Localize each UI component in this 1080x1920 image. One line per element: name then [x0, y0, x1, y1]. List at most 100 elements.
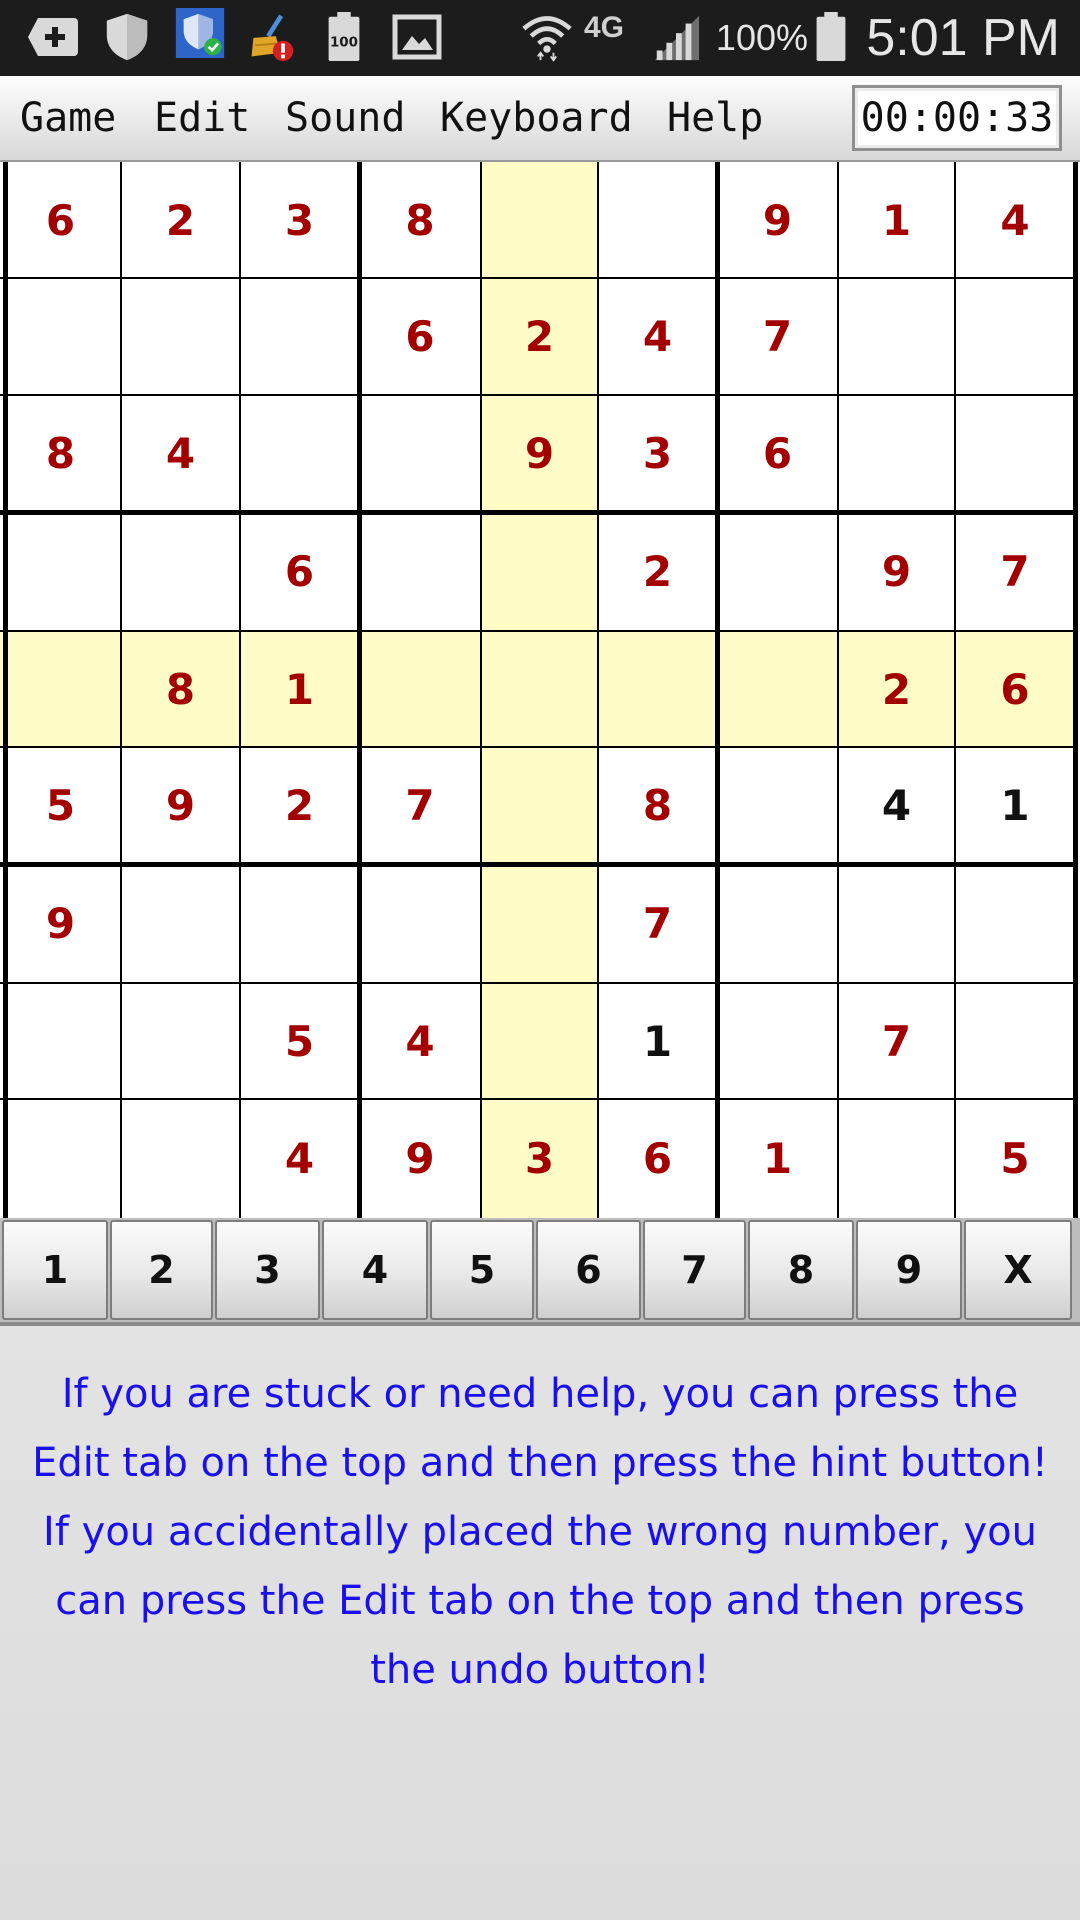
- sudoku-cell-r5-c9[interactable]: 6: [955, 631, 1075, 747]
- menu-sound[interactable]: Sound: [285, 76, 405, 160]
- menu-help[interactable]: Help: [667, 76, 763, 160]
- sudoku-cell-r8-c3[interactable]: 5: [240, 983, 359, 1099]
- sudoku-cell-r3-c8[interactable]: [838, 395, 955, 512]
- sudoku-cell-r6-c6[interactable]: 8: [598, 747, 717, 864]
- sudoku-cell-r2-c2[interactable]: [121, 278, 240, 395]
- menu-game[interactable]: Game: [20, 76, 116, 160]
- sudoku-cell-r6-c2[interactable]: 9: [121, 747, 240, 864]
- sudoku-cell-r3-c7[interactable]: 6: [717, 395, 838, 512]
- sudoku-cell-r8-c4[interactable]: 4: [359, 983, 481, 1099]
- grid-line-horizontal: [0, 277, 1075, 279]
- sudoku-cell-r2-c4[interactable]: 6: [359, 278, 481, 395]
- sudoku-cell-r4-c8[interactable]: 9: [838, 512, 955, 631]
- sudoku-cell-r3-c6[interactable]: 3: [598, 395, 717, 512]
- sudoku-cell-r2-c6[interactable]: 4: [598, 278, 717, 395]
- menu-keyboard[interactable]: Keyboard: [440, 76, 633, 160]
- sudoku-cell-r1-c6[interactable]: [598, 162, 717, 278]
- sudoku-cell-r1-c7[interactable]: 9: [717, 162, 838, 278]
- sudoku-cell-r2-c1[interactable]: [0, 278, 121, 395]
- sudoku-cell-r4-c5[interactable]: [481, 512, 598, 631]
- clear-key-button[interactable]: X: [964, 1220, 1072, 1320]
- sudoku-cell-r9-c4[interactable]: 9: [359, 1099, 481, 1218]
- number-keypad: 123456789X: [0, 1218, 1080, 1326]
- sudoku-cell-r7-c4[interactable]: [359, 864, 481, 983]
- grid-line-horizontal: [0, 394, 1075, 396]
- sudoku-cell-r5-c8[interactable]: 2: [838, 631, 955, 747]
- sudoku-cell-r1-c5[interactable]: [481, 162, 598, 278]
- sudoku-cell-r8-c9[interactable]: [955, 983, 1075, 1099]
- sudoku-cell-r5-c1[interactable]: [0, 631, 121, 747]
- sudoku-cell-r5-c6[interactable]: [598, 631, 717, 747]
- sudoku-cell-r3-c9[interactable]: [955, 395, 1075, 512]
- sudoku-cell-r7-c1[interactable]: 9: [0, 864, 121, 983]
- number-key-7-button[interactable]: 7: [643, 1220, 746, 1320]
- number-key-3-button[interactable]: 3: [215, 1220, 320, 1320]
- sudoku-cell-r6-c5[interactable]: [481, 747, 598, 864]
- sudoku-cell-r4-c9[interactable]: 7: [955, 512, 1075, 631]
- sudoku-cell-r4-c4[interactable]: [359, 512, 481, 631]
- sudoku-cell-r4-c3[interactable]: 6: [240, 512, 359, 631]
- sudoku-cell-r7-c3[interactable]: [240, 864, 359, 983]
- sudoku-cell-r6-c9[interactable]: 1: [955, 747, 1075, 864]
- sudoku-cell-r7-c7[interactable]: [717, 864, 838, 983]
- sudoku-cell-r9-c8[interactable]: [838, 1099, 955, 1218]
- sudoku-cell-r3-c1[interactable]: 8: [0, 395, 121, 512]
- sudoku-cell-r2-c5[interactable]: 2: [481, 278, 598, 395]
- number-key-9-button[interactable]: 9: [856, 1220, 962, 1320]
- sudoku-cell-r8-c2[interactable]: [121, 983, 240, 1099]
- number-key-8-button[interactable]: 8: [748, 1220, 854, 1320]
- sudoku-cell-r4-c1[interactable]: [0, 512, 121, 631]
- number-key-6-button[interactable]: 6: [536, 1220, 641, 1320]
- number-key-2-button[interactable]: 2: [110, 1220, 213, 1320]
- sudoku-cell-r9-c3[interactable]: 4: [240, 1099, 359, 1218]
- sudoku-cell-r9-c6[interactable]: 6: [598, 1099, 717, 1218]
- sudoku-cell-r3-c5[interactable]: 9: [481, 395, 598, 512]
- sudoku-cell-r7-c2[interactable]: [121, 864, 240, 983]
- sudoku-cell-r1-c4[interactable]: 8: [359, 162, 481, 278]
- sudoku-cell-r9-c1[interactable]: [0, 1099, 121, 1218]
- sudoku-cell-r9-c5[interactable]: 3: [481, 1099, 598, 1218]
- sudoku-cell-r2-c7[interactable]: 7: [717, 278, 838, 395]
- sudoku-cell-r6-c7[interactable]: [717, 747, 838, 864]
- sudoku-cell-r4-c7[interactable]: [717, 512, 838, 631]
- sudoku-cell-r7-c9[interactable]: [955, 864, 1075, 983]
- sudoku-cell-r8-c5[interactable]: [481, 983, 598, 1099]
- number-key-5-button[interactable]: 5: [430, 1220, 534, 1320]
- sudoku-cell-r6-c3[interactable]: 2: [240, 747, 359, 864]
- sudoku-cell-r1-c2[interactable]: 2: [121, 162, 240, 278]
- sudoku-cell-r4-c2[interactable]: [121, 512, 240, 631]
- sudoku-cell-r8-c1[interactable]: [0, 983, 121, 1099]
- sudoku-cell-r7-c8[interactable]: [838, 864, 955, 983]
- sudoku-cell-r7-c6[interactable]: 7: [598, 864, 717, 983]
- sudoku-cell-r6-c4[interactable]: 7: [359, 747, 481, 864]
- sudoku-cell-r7-c5[interactable]: [481, 864, 598, 983]
- sudoku-cell-r3-c2[interactable]: 4: [121, 395, 240, 512]
- sudoku-cell-r5-c3[interactable]: 1: [240, 631, 359, 747]
- sudoku-cell-r9-c2[interactable]: [121, 1099, 240, 1218]
- sudoku-cell-r3-c4[interactable]: [359, 395, 481, 512]
- sudoku-cell-r5-c5[interactable]: [481, 631, 598, 747]
- sudoku-cell-r5-c2[interactable]: 8: [121, 631, 240, 747]
- sudoku-cell-r9-c7[interactable]: 1: [717, 1099, 838, 1218]
- sudoku-cell-r5-c7[interactable]: [717, 631, 838, 747]
- sudoku-cell-r4-c6[interactable]: 2: [598, 512, 717, 631]
- help-line: If you are stuck or need help, you can p…: [61, 1371, 1019, 1417]
- sudoku-cell-r6-c8[interactable]: 4: [838, 747, 955, 864]
- sudoku-cell-r5-c4[interactable]: [359, 631, 481, 747]
- sudoku-cell-r1-c1[interactable]: 6: [0, 162, 121, 278]
- sudoku-cell-r9-c9[interactable]: 5: [955, 1099, 1075, 1218]
- sudoku-cell-r6-c1[interactable]: 5: [0, 747, 121, 864]
- number-key-4-button[interactable]: 4: [322, 1220, 428, 1320]
- menu-edit[interactable]: Edit: [154, 76, 250, 160]
- sudoku-cell-r8-c7[interactable]: [717, 983, 838, 1099]
- sudoku-cell-r8-c8[interactable]: 7: [838, 983, 955, 1099]
- sudoku-cell-r2-c8[interactable]: [838, 278, 955, 395]
- sudoku-cell-r2-c3[interactable]: [240, 278, 359, 395]
- number-key-1-button[interactable]: 1: [2, 1220, 108, 1320]
- sudoku-cell-r2-c9[interactable]: [955, 278, 1075, 395]
- sudoku-cell-r3-c3[interactable]: [240, 395, 359, 512]
- sudoku-cell-r8-c6[interactable]: 1: [598, 983, 717, 1099]
- sudoku-cell-r1-c8[interactable]: 1: [838, 162, 955, 278]
- sudoku-cell-r1-c3[interactable]: 3: [240, 162, 359, 278]
- sudoku-cell-r1-c9[interactable]: 4: [955, 162, 1075, 278]
